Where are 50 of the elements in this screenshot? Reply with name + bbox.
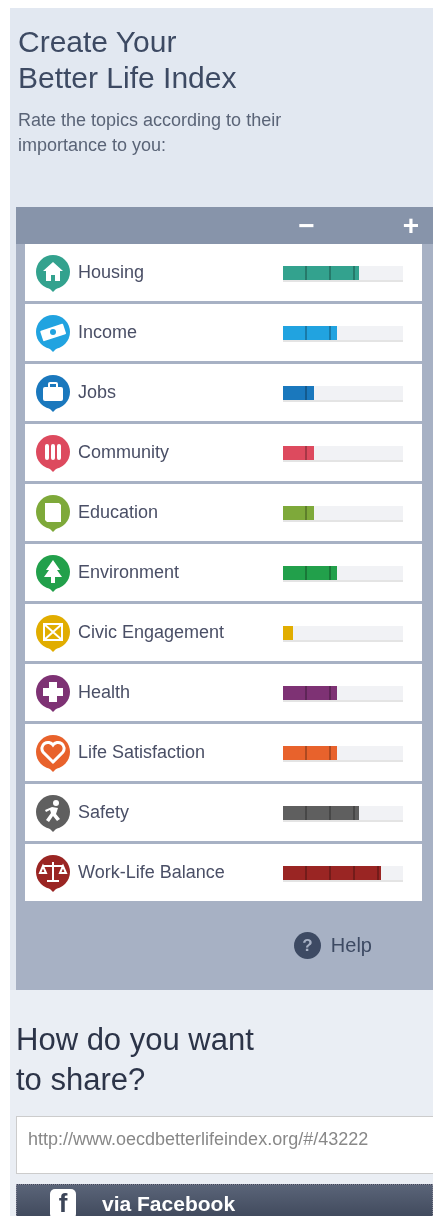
- topic-row[interactable]: Environment: [25, 544, 422, 601]
- rating-bar[interactable]: [283, 865, 382, 880]
- plus-label: +: [402, 211, 419, 240]
- topic-label: Environment: [78, 562, 181, 583]
- topic-label: Income: [78, 322, 139, 343]
- runner-icon: [33, 792, 73, 833]
- rating-bar[interactable]: [283, 325, 337, 340]
- money-icon: [33, 312, 73, 353]
- topic-row[interactable]: Health: [25, 664, 422, 721]
- tree-icon: [33, 552, 73, 593]
- topic-row[interactable]: Life Satisfaction: [25, 724, 422, 781]
- page-title: Create Your Better Life Index: [18, 24, 238, 96]
- heart-icon: [33, 732, 73, 773]
- topic-row[interactable]: Jobs: [25, 364, 422, 421]
- facebook-button[interactable]: f via Facebook: [16, 1184, 433, 1216]
- topic-row[interactable]: Income: [25, 304, 422, 361]
- scales-icon: [33, 852, 73, 893]
- topic-label: Life Satisfaction: [78, 742, 207, 763]
- topic-row[interactable]: Community: [25, 424, 422, 481]
- topic-label: Health: [78, 682, 132, 703]
- rating-bar[interactable]: [283, 565, 337, 580]
- minus-label: −: [298, 211, 315, 240]
- help-button[interactable]: ? Help: [293, 932, 372, 959]
- topic-label: Community: [78, 442, 171, 463]
- ballot-icon: [33, 612, 73, 653]
- url-field[interactable]: http://www.oecdbetterlifeindex.org/#/43222: [16, 1116, 433, 1174]
- briefcase-icon: [33, 372, 73, 413]
- topic-row[interactable]: Education: [25, 484, 422, 541]
- house-icon: [33, 252, 73, 293]
- topic-label: Jobs: [78, 382, 118, 403]
- rating-bar[interactable]: [283, 445, 315, 460]
- topic-label: Safety: [78, 802, 131, 823]
- topic-row[interactable]: Safety: [25, 784, 422, 841]
- topic-label: Housing: [78, 262, 146, 283]
- topic-label: Work-Life Balance: [78, 862, 226, 883]
- rating-bar[interactable]: [283, 265, 359, 280]
- topic-row[interactable]: Civic Engagement: [25, 604, 422, 661]
- intro-text: Rate the topics according to their importance to you:: [18, 109, 283, 157]
- topic-row[interactable]: Housing: [25, 244, 422, 301]
- share-title: How do you want to share?: [16, 1021, 255, 1099]
- topic-label: Civic Engagement: [78, 622, 226, 643]
- book-icon: [33, 492, 73, 533]
- people-icon: [33, 432, 73, 473]
- cross-icon: [33, 672, 73, 713]
- rating-bar[interactable]: [283, 385, 315, 400]
- topic-label: Education: [78, 502, 160, 523]
- rating-bar[interactable]: [283, 805, 359, 820]
- rating-bar[interactable]: [283, 745, 337, 760]
- rating-bar[interactable]: [283, 685, 337, 700]
- topic-row[interactable]: Work-Life Balance: [25, 844, 422, 901]
